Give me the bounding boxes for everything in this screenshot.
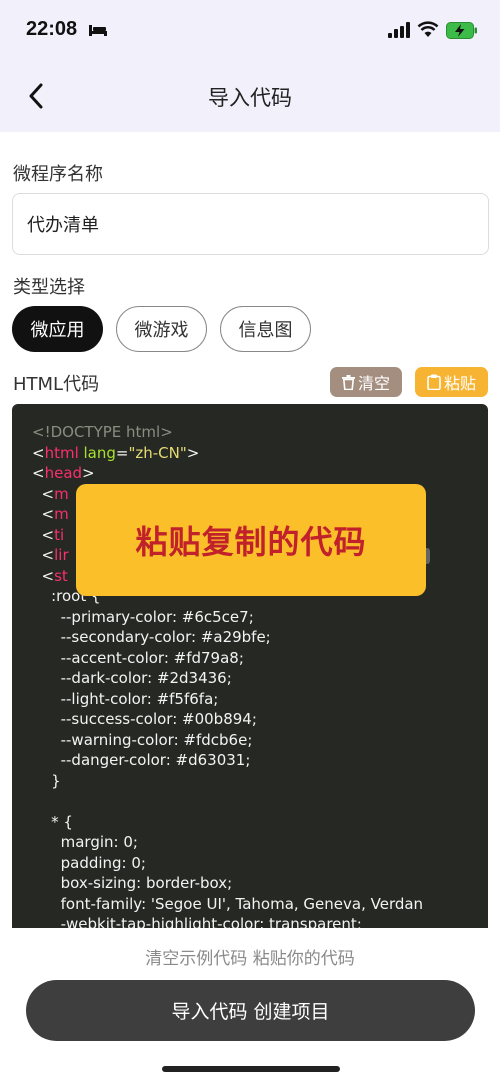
code-token: --primary-color: #6c5ce7; [32,607,254,626]
code-token: margin: 0; [32,833,138,851]
code-line: <html lang="zh-CN"> [32,443,423,464]
code-token: --warning-color: #fdcb6e; [32,730,253,749]
paste-button[interactable]: 粘贴 [415,367,488,397]
clipboard-icon [427,374,441,390]
trash-icon [341,374,355,390]
code-line: padding: 0; [32,853,423,874]
code-token: --accent-color: #fd79a8; [32,648,244,667]
import-button[interactable]: 导入代码 创建项目 [26,980,475,1041]
battery-charging-icon [446,22,477,39]
code-token: <!DOCTYPE html> [32,423,173,441]
code-token: < [32,484,55,503]
code-token: < [32,566,55,585]
code-line: <!DOCTYPE html> [32,422,423,443]
code-token: --secondary-color: #a29bfe; [32,628,271,646]
code-token: head [44,464,83,482]
home-indicator [162,1066,340,1072]
code-token: > [186,443,200,462]
code-token: } [32,771,61,790]
code-token: = [115,443,129,462]
code-token: lir [54,546,69,564]
code-label: HTML代码 [13,374,100,395]
code-line: -webkit-tap-highlight-color: transparent… [32,914,423,928]
code-line: font-family: 'Segoe UI', Tahoma, Geneva,… [32,894,423,915]
code-line: --secondary-color: #a29bfe; [32,627,423,648]
code-token: --danger-color: #d63031; [32,751,251,769]
status-bar: 22:08 [0,0,500,62]
code-line: margin: 0; [32,832,423,853]
code-token: -webkit-tap-highlight-color: transparent… [32,915,362,928]
code-line: box-sizing: border-box; [32,873,423,894]
wifi-icon [417,21,439,37]
code-token: < [32,443,45,462]
code-token: m [54,505,69,523]
code-token: < [32,525,55,544]
type-chip-micro-game[interactable]: 微游戏 [116,306,207,352]
code-token: lang [78,443,116,462]
name-label: 微程序名称 [13,164,103,185]
code-token: > [82,464,95,482]
code-line: * { [32,812,423,833]
paste-button-label: 粘贴 [443,374,476,393]
code-editor[interactable]: <!DOCTYPE html> <html lang="zh-CN"> <head>… [12,404,488,928]
code-line: --warning-color: #fdcb6e; [32,730,423,751]
page-title: 导入代码 [208,86,292,110]
code-token: font-family: 'Segoe UI', Tahoma, Geneva,… [32,894,424,913]
code-line: --accent-color: #fd79a8; [32,648,423,669]
status-time: 22:08 [26,18,78,40]
paste-hint-text: 粘贴复制的代码 [135,523,367,561]
code-token: box-sizing: border-box; [32,874,233,892]
footer-hint: 清空示例代码 粘贴你的代码 [145,949,355,969]
type-chip-micro-app[interactable]: 微应用 [12,306,103,352]
code-token: padding: 0; [32,853,146,872]
code-token: html [44,443,79,462]
code-line: --primary-color: #6c5ce7; [32,607,423,628]
code-token: < [32,546,55,564]
code-token: "zh-CN" [128,443,187,462]
code-line: --success-color: #00b894; [32,709,423,730]
paste-hint-banner: 粘贴复制的代码 [76,484,426,596]
code-line: } [32,771,423,792]
signal-icon [388,22,410,38]
code-token: --light-color: #f5f6fa; [32,689,219,708]
code-token: st [54,566,68,585]
code-line: --dark-color: #2d3436; [32,668,423,689]
code-line: --danger-color: #d63031; [32,750,423,771]
code-line: --light-color: #f5f6fa; [32,689,423,710]
code-token: --success-color: #00b894; [32,710,257,728]
clear-button[interactable]: 清空 [330,367,402,397]
code-line: <head> [32,463,423,484]
code-token: --dark-color: #2d3436; [32,669,232,687]
type-chip-infographic[interactable]: 信息图 [220,306,311,352]
code-token: * { [32,812,73,831]
code-token: < [32,464,45,482]
bed-icon [89,25,107,36]
code-token: m [54,484,69,503]
clear-button-label: 清空 [357,374,390,393]
type-label: 类型选择 [13,277,85,298]
nav-bar: 导入代码 [0,62,500,132]
program-name-input[interactable] [12,193,489,255]
code-token: ti [54,525,65,544]
code-token: < [32,505,55,523]
